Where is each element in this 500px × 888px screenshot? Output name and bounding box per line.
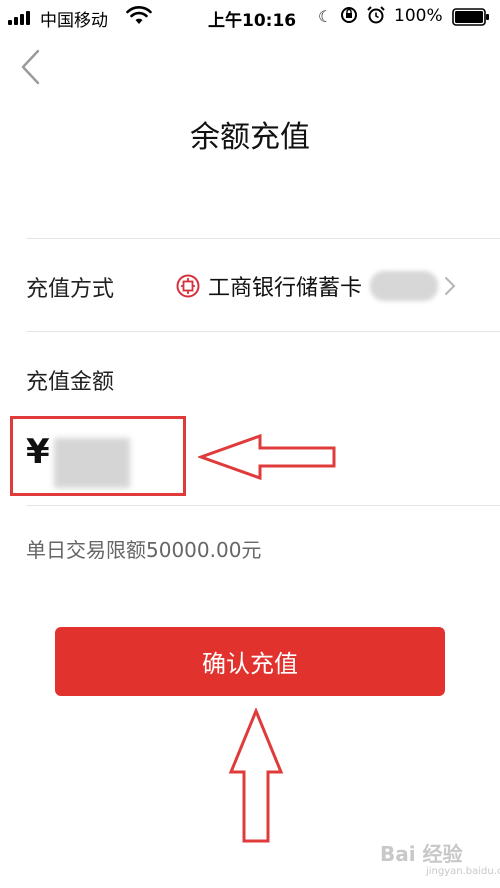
battery-percent: 100% (394, 6, 443, 26)
signal-strength-icon (8, 9, 36, 25)
divider (26, 505, 500, 506)
annotation-arrow-up (228, 708, 284, 843)
rotation-lock-icon (341, 7, 357, 23)
icbc-logo-icon (176, 274, 200, 298)
card-number-redacted (370, 271, 439, 301)
amount-label: 充值金额 (26, 370, 115, 395)
confirm-recharge-button[interactable]: 确认充值 (55, 627, 445, 696)
alarm-icon (367, 6, 385, 24)
chevron-right-icon (445, 277, 456, 295)
battery-icon (452, 8, 489, 26)
annotation-highlight-box (10, 416, 186, 496)
daily-limit-text: 单日交易限额50000.00元 (26, 538, 262, 562)
bank-card-name: 工商银行储蓄卡 (208, 276, 363, 301)
payment-method-label: 充值方式 (26, 277, 115, 302)
payment-method-row[interactable]: 充值方式 工商银行储蓄卡 (0, 239, 500, 331)
status-bar: 中国移动 上午10:16 ☾ 100% (0, 0, 500, 34)
annotation-arrow-left (198, 433, 336, 481)
clock: 上午10:16 (208, 11, 297, 31)
carrier-name: 中国移动 (40, 11, 108, 31)
wifi-icon (126, 6, 152, 24)
back-button[interactable] (18, 48, 44, 86)
do-not-disturb-icon: ☾ (318, 7, 333, 26)
payment-method-value[interactable]: 工商银行储蓄卡 (176, 270, 458, 302)
baidu-watermark-url: jingyan.baidu.com (426, 866, 500, 877)
baidu-watermark: Bai 经验 (380, 842, 463, 866)
divider (26, 331, 500, 332)
page-title: 余额充值 (190, 120, 310, 155)
